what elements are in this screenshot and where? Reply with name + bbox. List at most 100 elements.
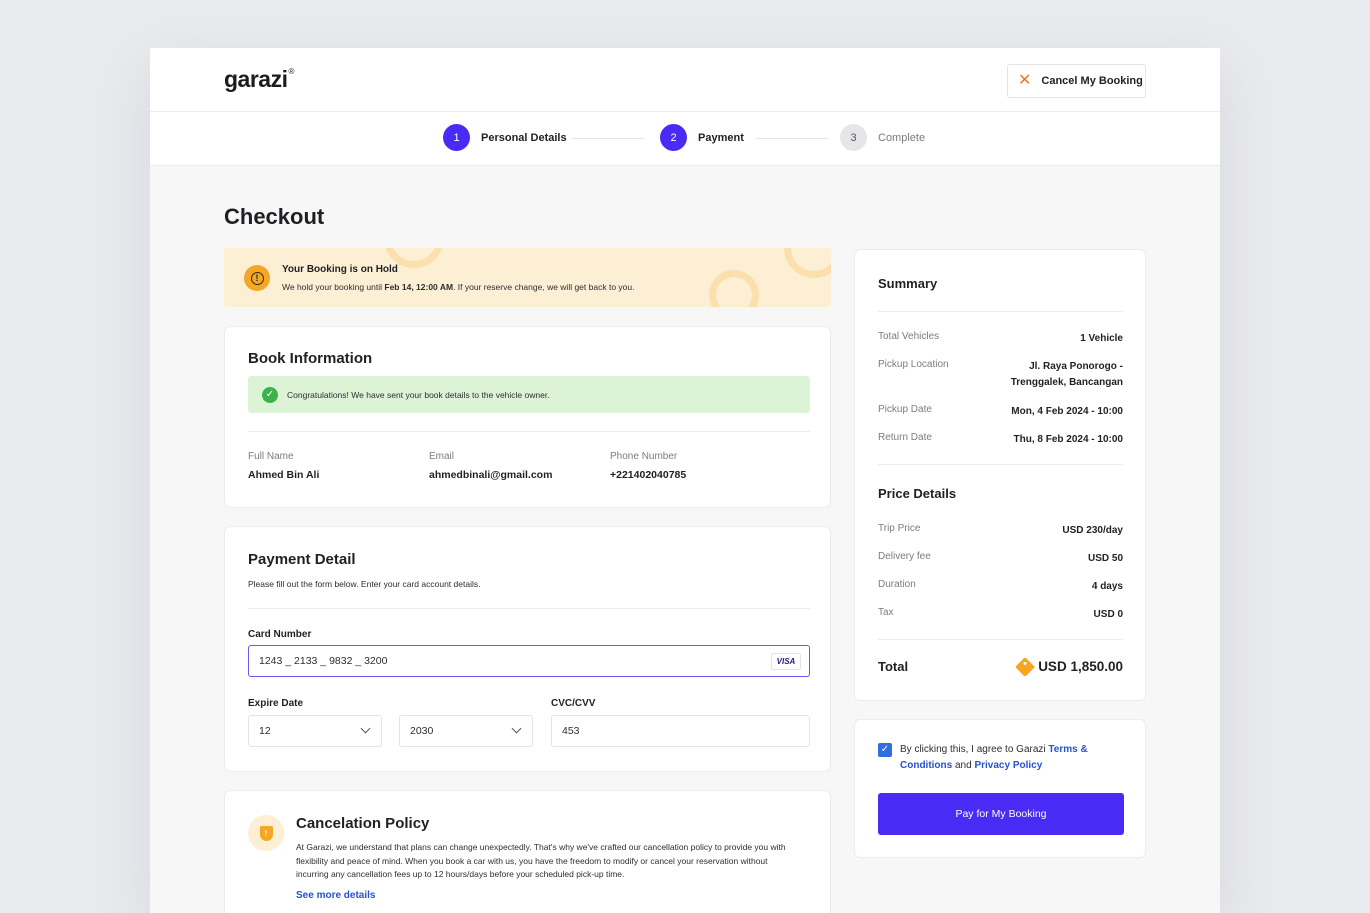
hold-text: We hold your booking until [282, 282, 385, 292]
booking-hold-banner: ! Your Booking is on Hold We hold your b… [224, 248, 831, 307]
step-number: 3 [840, 124, 867, 151]
email-label: Email [429, 451, 455, 462]
email-value: ahmedbinali@gmail.com [429, 469, 553, 481]
cvc-label: CVC/CVV [551, 698, 596, 709]
summary-key: Pickup Date [878, 404, 932, 415]
phone-value: +221402040785 [610, 469, 687, 481]
email-field: Email ahmedbinali@gmail.com [429, 451, 552, 481]
step-number: 1 [443, 124, 470, 151]
summary-title: Summary [878, 276, 938, 291]
hold-message: We hold your booking until Feb 14, 12:00… [282, 282, 634, 292]
see-more-details-link[interactable]: See more details [296, 890, 375, 901]
page-title: Checkout [224, 204, 325, 229]
expire-date-label: Expire Date [248, 698, 304, 709]
total-value: USD 1,850.00 [1015, 656, 1123, 677]
price-key: Duration [878, 579, 916, 590]
price-value: USD 0 [1093, 609, 1123, 620]
summary-value: Jl. Raya Ponorogo - Trenggalek, Bancangan [1011, 359, 1123, 391]
price-value: USD 230/day [1062, 525, 1123, 536]
divider [248, 431, 810, 432]
policy-text: At Garazi, we understand that plans can … [296, 842, 786, 879]
terms-agreement: ✓ By clicking this, I agree to Garazi Te… [878, 742, 1108, 774]
card-number-label: Card Number [248, 629, 312, 640]
hold-title: Your Booking is on Hold [282, 264, 398, 275]
summary-value: Mon, 4 Feb 2024 - 10:00 [1011, 406, 1123, 417]
payment-subtitle: Please fill out the form below. Enter yo… [248, 579, 481, 589]
total-amount: USD 1,850.00 [1038, 659, 1123, 674]
expire-year-value: 2030 [410, 725, 434, 737]
garazi-logo[interactable]: garazi® [224, 66, 294, 93]
privacy-policy-link[interactable]: Privacy Policy [974, 760, 1042, 771]
expire-month-select[interactable]: 12 [248, 715, 382, 747]
price-row: Tax USD 0 [878, 607, 1123, 623]
step-connector [572, 138, 644, 139]
success-message: Congratulations! We have sent your book … [287, 389, 550, 400]
price-row: Trip Price USD 230/day [878, 523, 1123, 539]
warning-icon: ! [244, 265, 270, 291]
divider [248, 608, 810, 609]
hold-text: . If your reserve change, we will get ba… [453, 282, 635, 292]
card-number-value: 1243 _ 2133 _ 9832 _ 3200 [259, 655, 388, 667]
step-personal-details[interactable]: 1 Personal Details [443, 124, 567, 151]
location-line: Jl. Raya Ponorogo - [1029, 361, 1123, 372]
full-name-field: Full Name Ahmed Bin Ali [248, 451, 319, 481]
price-tag-icon [1015, 656, 1036, 677]
shield-icon: ! [248, 815, 284, 851]
phone-field: Phone Number +221402040785 [610, 451, 686, 481]
logo-text: garazi [224, 66, 288, 92]
divider [878, 464, 1123, 465]
summary-value: 1 Vehicle [1080, 333, 1123, 344]
cancel-booking-label: Cancel My Booking [1041, 75, 1143, 87]
step-label: Complete [878, 131, 926, 144]
price-key: Delivery fee [878, 551, 931, 562]
summary-row: Pickup Location Jl. Raya Ponorogo - Treng… [878, 359, 1123, 391]
price-key: Tax [878, 607, 894, 618]
confirm-card: ✓ By clicking this, I agree to Garazi Te… [854, 719, 1146, 858]
price-row: Duration 4 days [878, 579, 1123, 595]
step-label: Payment [698, 131, 744, 144]
check-circle-icon: ✓ [262, 386, 278, 403]
price-key: Trip Price [878, 523, 921, 534]
summary-key: Pickup Location [878, 359, 949, 370]
price-row: Delivery fee USD 50 [878, 551, 1123, 567]
cancel-booking-button[interactable]: ✕ Cancel My Booking [1007, 64, 1146, 98]
pay-booking-button[interactable]: Pay for My Booking [878, 793, 1124, 835]
policy-title: Cancelation Policy [296, 815, 430, 832]
cvc-input[interactable]: 453 [551, 715, 810, 747]
summary-row: Total Vehicles 1 Vehicle [878, 331, 1123, 347]
card-number-input[interactable]: 1243 _ 2133 _ 9832 _ 3200 VISA [248, 645, 810, 677]
success-alert: ✓ Congratulations! We have sent your boo… [248, 376, 810, 413]
close-icon: ✕ [1018, 72, 1032, 89]
checkout-stepper: 1 Personal Details 2 Payment 3 Complete [150, 112, 1220, 166]
checkout-window: garazi® ✕ Cancel My Booking 1 Personal D… [150, 48, 1220, 913]
summary-row: Pickup Date Mon, 4 Feb 2024 - 10:00 [878, 404, 1123, 420]
payment-title: Payment Detail [248, 551, 356, 568]
chevron-down-icon [511, 723, 522, 734]
summary-row: Return Date Thu, 8 Feb 2024 - 10:00 [878, 432, 1123, 448]
banner-decoration [709, 270, 759, 307]
payment-detail-card: Payment Detail Please fill out the form … [224, 526, 831, 772]
price-details-title: Price Details [878, 486, 957, 501]
agree-text: By clicking this, I agree to Garazi [900, 744, 1049, 755]
book-info-title: Book Information [248, 350, 373, 367]
price-value: 4 days [1091, 581, 1123, 592]
visa-icon: VISA [771, 653, 801, 670]
agree-checkbox[interactable]: ✓ [878, 743, 892, 757]
summary-value: Thu, 8 Feb 2024 - 10:00 [1013, 434, 1124, 445]
logo-mark: ® [288, 67, 294, 77]
banner-decoration [784, 248, 831, 278]
expire-month-value: 12 [259, 725, 271, 737]
total-row: Total USD 1,850.00 [878, 656, 1123, 677]
step-complete[interactable]: 3 Complete [840, 124, 925, 151]
divider [878, 639, 1123, 640]
expire-year-select[interactable]: 2030 [399, 715, 533, 747]
total-label: Total [878, 659, 909, 674]
cancelation-policy-card: ! Cancelation Policy At Garazi, we under… [224, 790, 831, 913]
step-connector [756, 138, 828, 139]
summary-key: Total Vehicles [878, 331, 940, 342]
full-name-value: Ahmed Bin Ali [248, 469, 320, 481]
cvc-value: 453 [562, 725, 580, 737]
step-payment[interactable]: 2 Payment [660, 124, 744, 151]
step-label: Personal Details [481, 131, 567, 144]
step-number: 2 [660, 124, 687, 151]
